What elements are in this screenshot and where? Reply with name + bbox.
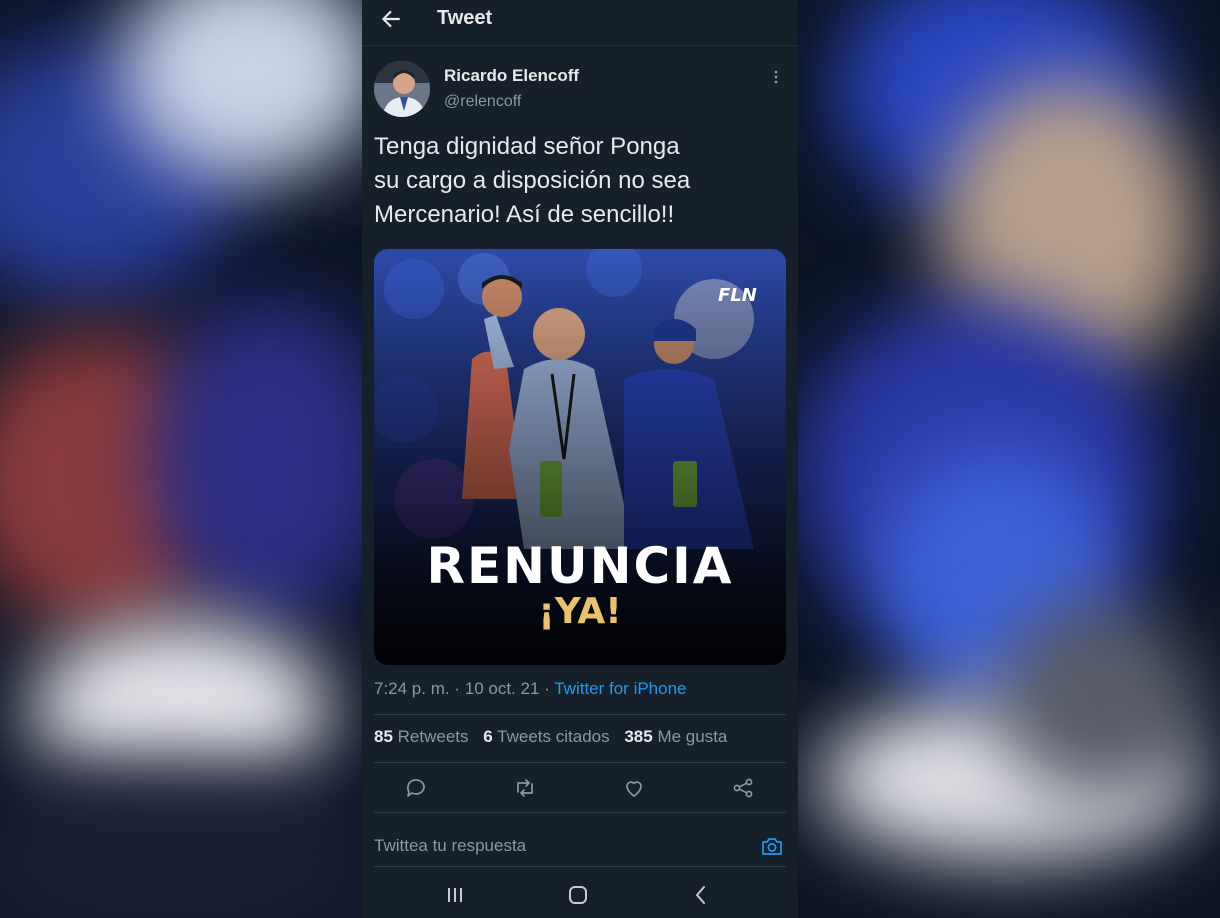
heart-icon[interactable]: [622, 776, 646, 800]
tweet-stats: 85 Retweets 6 Tweets citados 385 Me gust…: [374, 727, 727, 747]
tweet-text: Tenga dignidad señor Ponga su cargo a di…: [374, 130, 774, 232]
system-nav-bar: [362, 870, 798, 918]
tweet-line: Mercenario! Así de sencillo!!: [374, 201, 675, 228]
blurred-background-left: [0, 0, 362, 918]
divider: [374, 762, 786, 763]
top-bar: Tweet: [362, 0, 798, 46]
tweet-source-link[interactable]: Twitter for iPhone: [554, 679, 686, 698]
camera-icon[interactable]: [760, 834, 784, 858]
retweet-icon[interactable]: [513, 776, 537, 800]
share-icon[interactable]: [731, 776, 755, 800]
tweet-date: 10 oct. 21: [464, 679, 540, 698]
arrow-left-icon[interactable]: [378, 6, 404, 32]
action-bar: [362, 768, 798, 808]
media-watermark: FLN: [718, 285, 757, 306]
retweets-stat[interactable]: 85 Retweets: [374, 727, 469, 746]
more-vertical-icon[interactable]: [767, 68, 785, 86]
media-headline: RENUNCIA: [426, 537, 734, 595]
tweet-media-image[interactable]: FLN RENUNCIA ¡YA!: [374, 249, 786, 665]
tweet-line: Tenga dignidad señor Ponga: [374, 133, 680, 160]
tweet-metadata: 7:24 p. m. · 10 oct. 21 · Twitter for iP…: [374, 679, 687, 698]
blurred-background-right: [798, 0, 1220, 918]
quotes-stat[interactable]: 6 Tweets citados: [483, 727, 609, 746]
author-name[interactable]: Ricardo Elencoff: [444, 66, 579, 86]
comment-icon[interactable]: [404, 776, 428, 800]
home-icon[interactable]: [567, 884, 589, 906]
tweet-time: 7:24 p. m.: [374, 679, 450, 698]
likes-stat[interactable]: 385 Me gusta: [624, 727, 727, 746]
divider: [374, 714, 786, 715]
back-chevron-icon[interactable]: [690, 884, 712, 906]
reply-placeholder: Twittea tu respuesta: [374, 836, 527, 855]
tweet-screen: Tweet Ricardo Elencoff @relencoff Tenga …: [362, 0, 798, 918]
reply-input[interactable]: Twittea tu respuesta: [362, 823, 798, 867]
media-subheadline: ¡YA!: [538, 591, 622, 632]
tweet-line: su cargo a disposición no sea: [374, 167, 691, 194]
divider: [374, 812, 786, 813]
recents-icon[interactable]: [444, 884, 466, 906]
divider: [374, 866, 786, 867]
avatar[interactable]: [374, 61, 430, 117]
author-handle[interactable]: @relencoff: [444, 93, 521, 111]
page-title: Tweet: [437, 7, 493, 29]
